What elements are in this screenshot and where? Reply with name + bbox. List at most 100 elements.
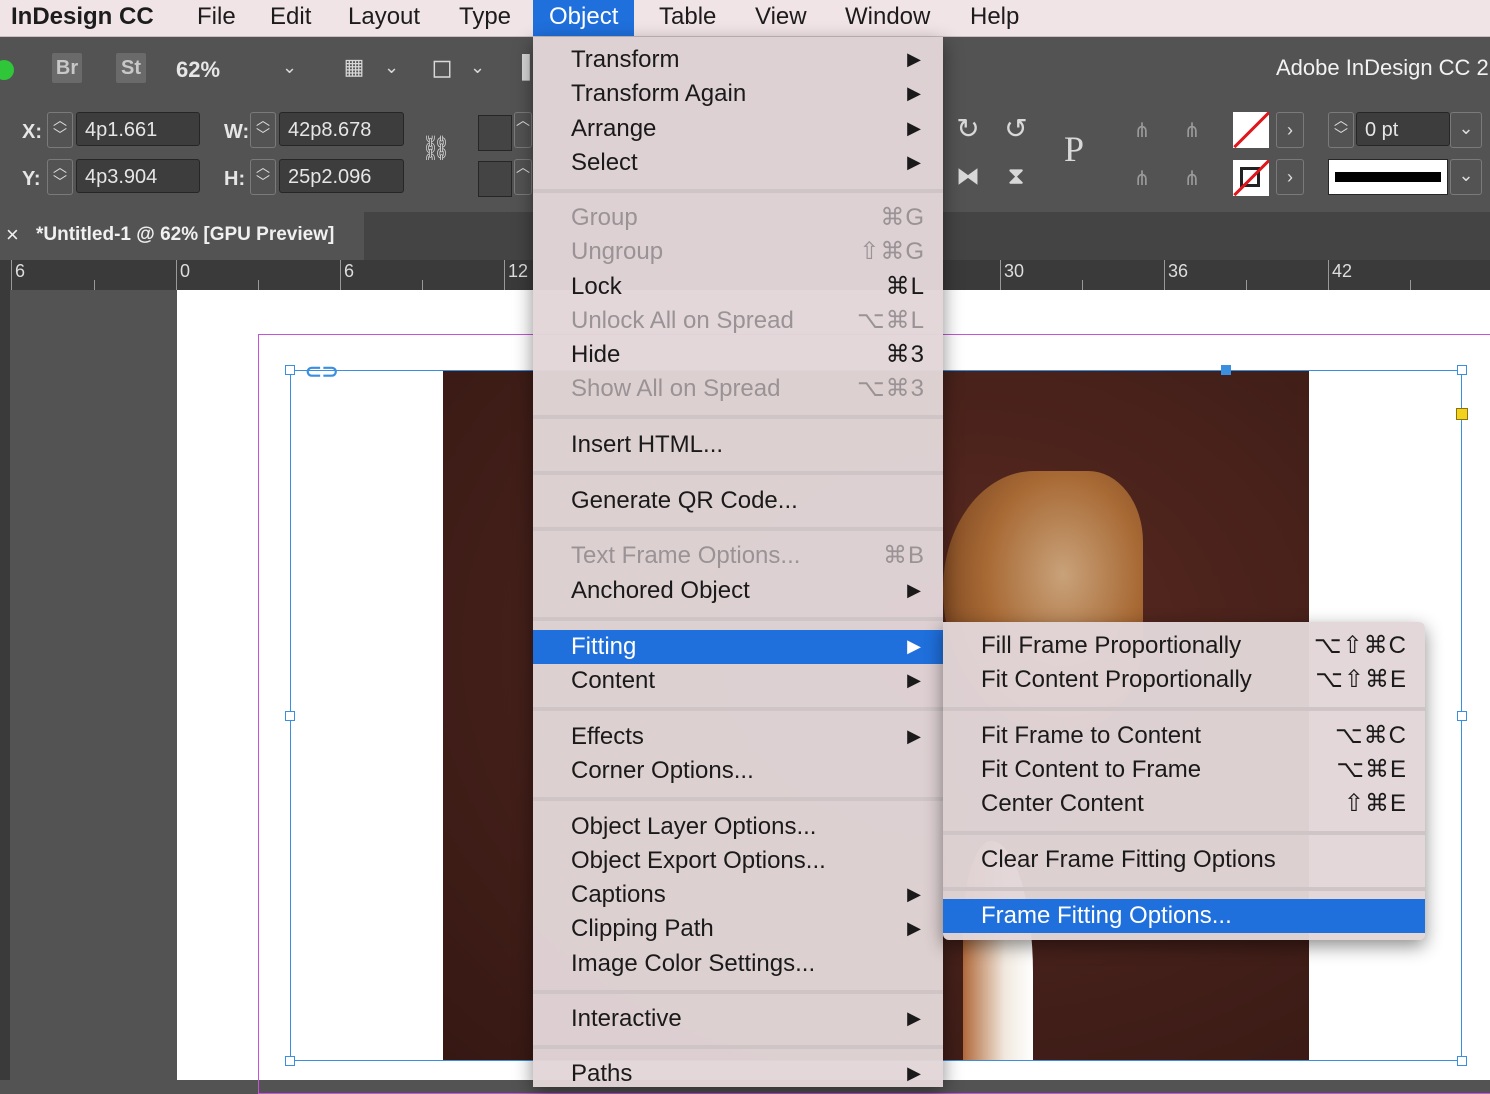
window-zoom-button[interactable] (0, 60, 14, 80)
menu-separator (533, 617, 943, 621)
frame-handle[interactable] (1221, 365, 1231, 375)
frame-handle[interactable] (1457, 1056, 1467, 1066)
menu-view[interactable]: View (755, 0, 807, 36)
ruler-label: 6 (344, 261, 355, 281)
menu-item-interactive[interactable]: Interactive ▶ (533, 1002, 943, 1036)
arrange-documents-icon[interactable]: ▐ (508, 51, 536, 83)
frame-handle[interactable] (1457, 365, 1467, 375)
scale-y-stepper[interactable]: ︿ (514, 159, 532, 195)
flip-vertical-icon[interactable]: ⧗ (998, 161, 1034, 193)
text-frame-icon[interactable]: P (1050, 131, 1098, 167)
menu-item-lock[interactable]: Lock ⌘L (533, 270, 943, 304)
stroke-type-select[interactable] (1328, 159, 1448, 195)
rotate-ccw-icon[interactable]: ↺ (998, 113, 1034, 145)
w-stepper[interactable]: ︿ ﹀ (250, 112, 276, 148)
workspace-title: Adobe InDesign CC 2 (1276, 55, 1489, 80)
menu-edit[interactable]: Edit (270, 0, 311, 36)
screen-mode-icon[interactable]: ▦ (336, 51, 372, 83)
scale-y-icon[interactable] (478, 161, 512, 197)
menu-item-transform[interactable]: Transform ▶ (533, 43, 943, 77)
frame-handle[interactable] (1457, 711, 1467, 721)
app-menu[interactable]: InDesign CC (11, 0, 154, 36)
menu-item-arrange[interactable]: Arrange ▶ (533, 112, 943, 146)
rotate-cw-icon[interactable]: ↻ (950, 113, 986, 145)
menu-item-generate-qr[interactable]: Generate QR Code... (533, 484, 943, 518)
frame-handle[interactable] (285, 711, 295, 721)
close-tab-icon[interactable]: × (6, 212, 19, 258)
ruler-label: 6 (15, 261, 26, 281)
menu-item-hide[interactable]: Hide ⌘3 (533, 338, 943, 372)
stroke-none-icon[interactable] (1233, 160, 1269, 196)
menu-item-image-color-settings[interactable]: Image Color Settings... (533, 947, 943, 981)
fill-none-icon[interactable] (1233, 112, 1269, 148)
scale-x-stepper[interactable]: ︿ (514, 112, 532, 148)
distribute-icon[interactable]: ⋔ (1174, 115, 1210, 147)
menu-item-fit-content-to-frame[interactable]: Fit Content to Frame ⌥⌘E (943, 753, 1425, 787)
live-corner-handle[interactable] (1456, 408, 1468, 420)
menu-item-fitting[interactable]: Fitting ▶ (533, 630, 943, 664)
fitting-submenu: Fill Frame Proportionally ⌥⇧⌘C Fit Conten… (943, 622, 1425, 940)
zoom-dropdown-icon[interactable]: ⌄ (282, 57, 297, 78)
zoom-level[interactable]: 62% (176, 57, 220, 83)
menu-file[interactable]: File (197, 0, 236, 36)
h-stepper[interactable]: ︿ ﹀ (250, 159, 276, 195)
x-field[interactable]: 4p1.661 (76, 112, 200, 146)
h-label: H: (224, 168, 246, 190)
frame-handle[interactable] (285, 365, 295, 375)
link-constrain-icon[interactable]: ⛓ (420, 133, 452, 165)
menu-item-corner-options[interactable]: Corner Options... (533, 754, 943, 788)
stock-button[interactable]: St (116, 53, 146, 83)
menu-item-captions[interactable]: Captions ▶ (533, 878, 943, 912)
stroke-weight-stepper[interactable]: ︿ ﹀ (1328, 112, 1354, 148)
menu-item-effects[interactable]: Effects ▶ (533, 720, 943, 754)
menu-separator (943, 831, 1425, 835)
menu-object[interactable]: Object (533, 0, 635, 36)
y-stepper[interactable]: ︿ ﹀ (47, 159, 73, 195)
screen-mode-chevron-icon[interactable]: ⌄ (384, 57, 399, 78)
align-top-icon[interactable]: ⋔ (1126, 115, 1158, 147)
vertical-ruler[interactable] (0, 290, 10, 1080)
distribute-right-icon[interactable]: ⋔ (1174, 163, 1210, 195)
fill-chevron-right-icon[interactable]: › (1276, 112, 1304, 148)
menu-item-content[interactable]: Content ▶ (533, 664, 943, 698)
menu-item-frame-fitting-options[interactable]: Frame Fitting Options... (943, 899, 1425, 933)
view-options-icon[interactable]: ◻ (424, 51, 460, 83)
menu-item-transform-again[interactable]: Transform Again ▶ (533, 77, 943, 111)
stroke-weight-dropdown-icon[interactable]: ⌄ (1450, 112, 1482, 148)
stroke-chevron-right-icon[interactable]: › (1276, 159, 1304, 195)
h-field[interactable]: 25p2.096 (279, 159, 404, 193)
menu-item-center-content[interactable]: Center Content ⇧⌘E (943, 787, 1425, 821)
document-tab[interactable]: × *Untitled-1 @ 62% [GPU Preview] (0, 212, 364, 260)
menu-item-clear-frame-fitting[interactable]: Clear Frame Fitting Options (943, 843, 1425, 877)
menu-type[interactable]: Type (459, 0, 511, 36)
menu-item-fit-content-proportionally[interactable]: Fit Content Proportionally ⌥⇧⌘E (943, 663, 1425, 697)
menu-item-insert-html[interactable]: Insert HTML... (533, 428, 943, 462)
menu-item-unlock-all: Unlock All on Spread ⌥⌘L (571, 307, 925, 334)
menu-item-select[interactable]: Select ▶ (533, 146, 943, 180)
flip-horizontal-icon[interactable]: ⧓ (950, 161, 986, 193)
stroke-type-dropdown-icon[interactable]: ⌄ (1450, 159, 1482, 195)
menu-item-fill-frame-proportionally[interactable]: Fill Frame Proportionally ⌥⇧⌘C (943, 629, 1425, 663)
menu-item-object-export-options[interactable]: Object Export Options... (533, 844, 943, 878)
menu-item-text-frame-options: Text Frame Options... ⌘B (571, 542, 925, 569)
menu-item-object-layer-options[interactable]: Object Layer Options... (533, 810, 943, 844)
scale-x-icon[interactable] (478, 115, 512, 151)
align-center-icon[interactable]: ⋔ (1126, 163, 1158, 195)
menu-item-paths[interactable]: Paths ▶ (533, 1057, 943, 1091)
x-stepper[interactable]: ︿ ﹀ (47, 112, 73, 148)
menu-window[interactable]: Window (845, 0, 930, 36)
frame-handle[interactable] (285, 1056, 295, 1066)
bridge-button[interactable]: Br (52, 53, 82, 83)
menu-layout[interactable]: Layout (348, 0, 420, 36)
menu-item-anchored-object[interactable]: Anchored Object ▶ (533, 574, 943, 608)
w-field[interactable]: 42p8.678 (279, 112, 404, 146)
menu-item-fit-frame-to-content[interactable]: Fit Frame to Content ⌥⌘C (943, 719, 1425, 753)
y-field[interactable]: 4p3.904 (76, 159, 200, 193)
menu-separator (943, 887, 1425, 891)
stroke-weight-field[interactable]: 0 pt (1356, 112, 1450, 146)
menu-item-clipping-path[interactable]: Clipping Path ▶ (533, 912, 943, 946)
menu-table[interactable]: Table (659, 0, 716, 36)
menu-help[interactable]: Help (970, 0, 1019, 36)
link-icon[interactable]: ⊂⊃ (305, 359, 339, 384)
view-options-chevron-icon[interactable]: ⌄ (470, 57, 485, 78)
